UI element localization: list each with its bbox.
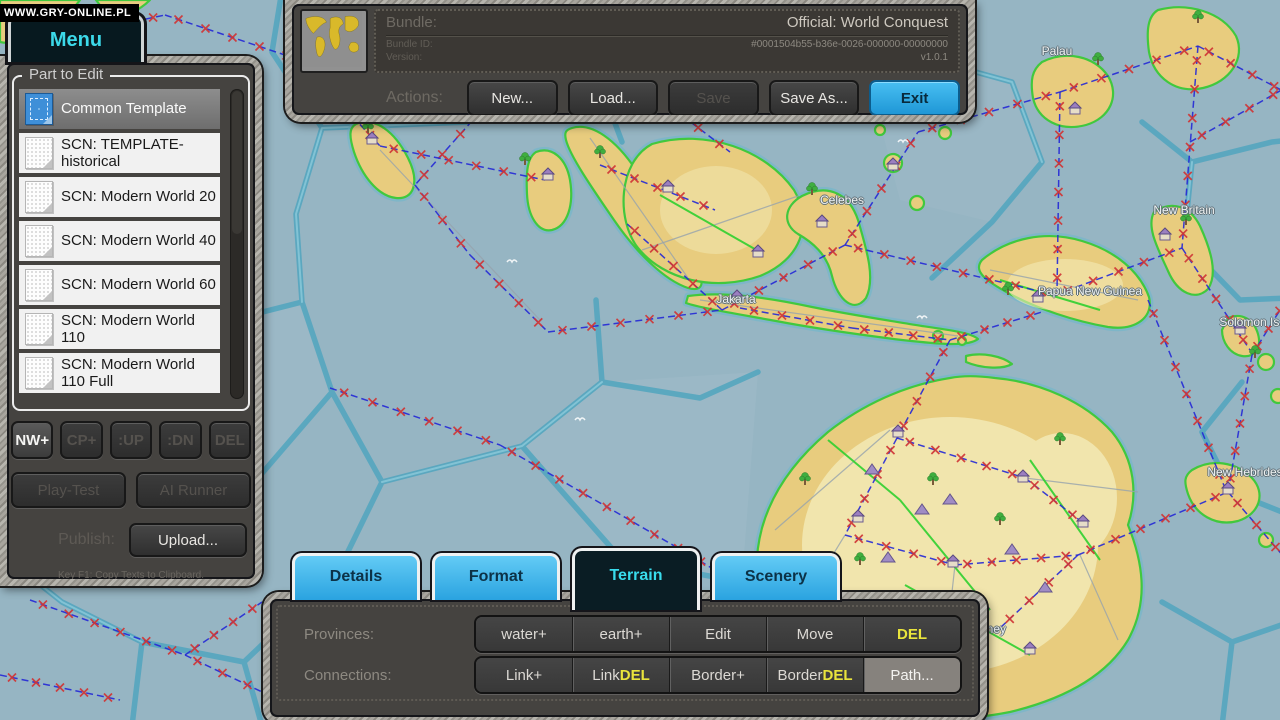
- new-province-button[interactable]: NW+: [11, 421, 53, 459]
- document-icon: [25, 357, 53, 389]
- list-item-scn-modern-world-40[interactable]: SCN: Modern World 40: [19, 221, 220, 261]
- bundle-id-label: Bundle ID:: [386, 39, 433, 52]
- publish-label: Publish:: [11, 531, 129, 549]
- connections-row: Connections: Link+ Link DEL Border+ Bord…: [288, 655, 962, 695]
- document-icon: [25, 137, 53, 169]
- list-item-scn-modern-world-110[interactable]: SCN: Modern World 110: [19, 309, 220, 349]
- edit-button-row: NW+ CP+ :UP :DN DEL: [11, 421, 251, 459]
- document-icon: [25, 225, 53, 257]
- move-up-button: :UP: [110, 421, 152, 459]
- upload-button[interactable]: Upload...: [129, 523, 247, 557]
- link-delete-button[interactable]: Link DEL: [572, 658, 669, 692]
- list-item-label: SCN: Modern World 110 Full: [61, 356, 216, 391]
- version-label: Version:: [386, 52, 422, 65]
- save-button: Save: [668, 80, 759, 115]
- map-label: Jakarta: [716, 292, 755, 306]
- border-delete-button[interactable]: Border DEL: [766, 658, 863, 692]
- map-label: Papua New Guinea: [1038, 284, 1142, 298]
- map-label: Solomon Is.: [1219, 315, 1280, 329]
- load-button[interactable]: Load...: [568, 80, 659, 115]
- document-icon: [25, 313, 53, 345]
- border-add-button[interactable]: Border+: [669, 658, 766, 692]
- exit-button[interactable]: Exit: [869, 80, 960, 115]
- bundle-info-box: Bundle: Official: World Conquest Bundle …: [374, 9, 960, 73]
- run-button-row: Play-Test AI Runner: [11, 472, 251, 508]
- list-item-label: SCN: Modern World 110: [61, 312, 216, 347]
- template-icon: [25, 93, 53, 125]
- list-item-scn-template-historical[interactable]: SCN: TEMPLATE-historical: [19, 133, 220, 173]
- publish-row: Publish: Upload...: [11, 523, 251, 557]
- terrain-panel: Provinces: water+ earth+ Edit Move: [263, 592, 987, 720]
- group-label: Part to Edit: [22, 66, 110, 83]
- tab-details[interactable]: Details: [292, 553, 420, 600]
- list-item-label: SCN: Modern World 40: [61, 232, 216, 249]
- map-label: Palau: [1042, 44, 1073, 58]
- new-button[interactable]: New...: [467, 80, 558, 115]
- move-down-button: :DN: [159, 421, 201, 459]
- hotkey-hint: Key F1: Copy Texts to Clipboard.: [7, 570, 255, 579]
- list-item-label: SCN: Modern World 60: [61, 276, 216, 293]
- copy-button: CP+: [60, 421, 102, 459]
- tab-terrain[interactable]: Terrain: [572, 548, 700, 610]
- list-item-label: SCN: Modern World 20: [61, 188, 216, 205]
- provinces-row: Provinces: water+ earth+ Edit Move: [288, 614, 962, 654]
- version-value: v1.0.1: [921, 52, 948, 65]
- list-item-scn-modern-world-20[interactable]: SCN: Modern World 20: [19, 177, 220, 217]
- provinces-button-group: water+ earth+ Edit Move DEL: [474, 615, 962, 653]
- water-add-button[interactable]: water+: [476, 617, 572, 651]
- tab-format[interactable]: Format: [432, 553, 560, 600]
- delete-province-button[interactable]: DEL: [863, 617, 960, 651]
- link-add-button[interactable]: Link+: [476, 658, 572, 692]
- bundle-panel: Bundle: Official: World Conquest Bundle …: [285, 0, 975, 122]
- template-list: Common Template SCN: TEMPLATE-historical…: [19, 89, 220, 397]
- bundle-label: Bundle:: [386, 14, 437, 31]
- earth-add-button[interactable]: earth+: [572, 617, 669, 651]
- document-icon: [25, 181, 53, 213]
- list-item-scn-modern-world-60[interactable]: SCN: Modern World 60: [19, 265, 220, 305]
- move-province-button[interactable]: Move: [766, 617, 863, 651]
- list-item-label: SCN: TEMPLATE-historical: [61, 136, 216, 171]
- list-item-scn-modern-world-110-full[interactable]: SCN: Modern World 110 Full: [19, 353, 220, 393]
- bundle-name: Official: World Conquest: [787, 14, 948, 31]
- play-test-button: Play-Test: [11, 472, 126, 508]
- editor-screen: WWW.GRY-ONLINE.PL Menu Part to Edit Comm…: [0, 0, 1280, 720]
- map-label: New Hebrides: [1207, 465, 1280, 479]
- list-item-common-template[interactable]: Common Template: [19, 89, 220, 129]
- bundle-thumbnail: [300, 9, 368, 73]
- edit-province-button[interactable]: Edit: [669, 617, 766, 651]
- bundle-id-value: #0001504b55-b36e-0026-000000-00000000: [751, 39, 948, 52]
- connections-label: Connections:: [288, 667, 474, 684]
- scrollbar-thumb[interactable]: [232, 91, 242, 234]
- world-map-thumbnail: [302, 11, 362, 67]
- map-label: Celebes: [820, 193, 864, 207]
- list-scrollbar[interactable]: [230, 89, 244, 399]
- list-item-label: Common Template: [61, 100, 187, 117]
- part-to-edit-group: Part to Edit Common Template SCN: TEMPLA…: [12, 75, 250, 411]
- connections-button-group: Link+ Link DEL Border+ Border DEL Path..: [474, 656, 962, 694]
- watermark: WWW.GRY-ONLINE.PL: [0, 4, 139, 22]
- actions-label: Actions:: [386, 89, 443, 107]
- map-label: New Britain: [1153, 203, 1214, 217]
- save-as-button[interactable]: Save As...: [769, 80, 860, 115]
- document-icon: [25, 269, 53, 301]
- path-button[interactable]: Path...: [863, 658, 960, 692]
- tab-scenery[interactable]: Scenery: [712, 553, 840, 600]
- ai-runner-button: AI Runner: [136, 472, 251, 508]
- menu-panel: Part to Edit Common Template SCN: TEMPLA…: [0, 56, 262, 586]
- provinces-label: Provinces:: [288, 626, 474, 643]
- delete-button: DEL: [209, 421, 251, 459]
- actions-row: Actions: New... Load... Save Save As... …: [300, 80, 960, 115]
